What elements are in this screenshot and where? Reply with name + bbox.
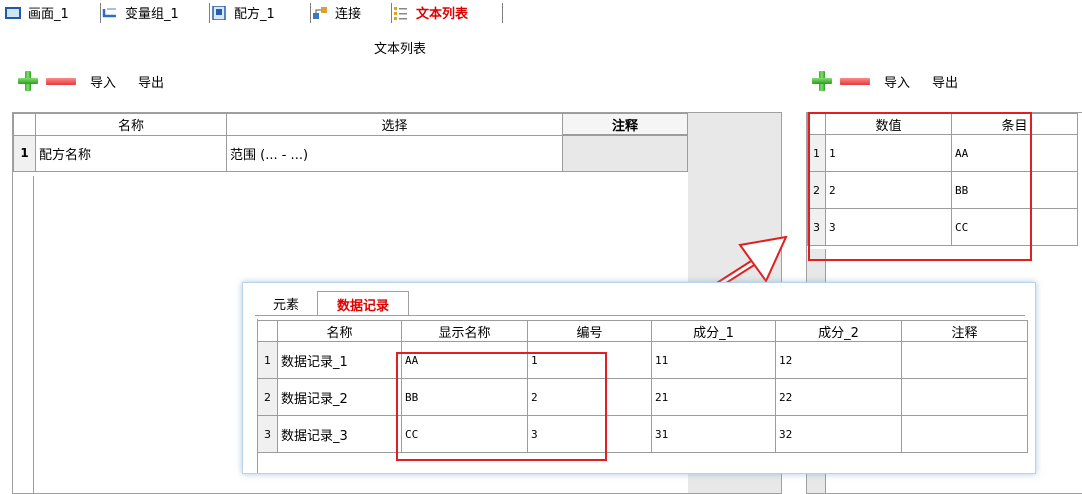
column-component-2[interactable]: 成分_2 [775,320,902,342]
tab-text-list[interactable]: 文本列表 [388,0,503,25]
name-cell[interactable]: 数据记录_2 [277,378,402,416]
comment-cell[interactable] [901,378,1028,416]
component-2-cell[interactable]: 12 [775,341,902,379]
table-header: 名称 选择 注释 [13,113,688,136]
connection-icon [312,6,328,20]
component-2-cell[interactable]: 22 [775,378,902,416]
editor-tab-bar: 画面_1 变量组_1 配方_1 连接 文本列表 [0,0,1082,26]
component-1-cell[interactable]: 21 [651,378,776,416]
data-record-panel: 元素 数据记录 名称 显示名称 编号 成分_1 成分_2 注释 1 数据记录_1… [242,282,1036,474]
name-cell[interactable]: 数据记录_3 [277,415,402,453]
add-entry-icon[interactable] [812,71,832,91]
remove-icon[interactable] [46,77,76,85]
recipe-icon [211,4,227,21]
tab-elements[interactable]: 元素 [257,291,315,315]
export-button[interactable]: 导出 [138,72,164,91]
import-entries-button[interactable]: 导入 [884,72,910,91]
right-toolbar: 导入 导出 [812,68,980,94]
component-2-cell[interactable]: 32 [775,415,902,453]
column-component-1[interactable]: 成分_1 [651,320,776,342]
component-1-cell[interactable]: 11 [651,341,776,379]
screen-icon [5,6,21,20]
column-name[interactable]: 名称 [277,320,402,342]
text-list-icon [393,6,409,20]
add-icon[interactable] [18,71,38,91]
comment-cell[interactable] [901,341,1028,379]
table-row[interactable]: 2 数据记录_2 BB 2 21 22 [257,378,1028,416]
table-row[interactable]: 1 数据记录_1 AA 1 11 12 [257,341,1028,379]
tab-variable-group-1[interactable]: 变量组_1 [97,0,210,25]
column-number[interactable]: 编号 [527,320,652,342]
entries-highlight [808,112,1032,261]
export-entries-button[interactable]: 导出 [932,72,958,91]
name-cell[interactable]: 配方名称 [35,134,227,172]
column-comment[interactable]: 注释 [562,113,688,136]
table-row[interactable]: 3 数据记录_3 CC 3 31 32 [257,415,1028,453]
column-name[interactable]: 名称 [35,113,227,136]
table-row[interactable]: 1 配方名称 范围 (... - ...) [13,134,688,172]
tab-data-records[interactable]: 数据记录 [317,291,409,316]
comment-cell[interactable] [562,134,688,172]
column-display-name[interactable]: 显示名称 [401,320,528,342]
column-comment[interactable]: 注释 [901,320,1028,342]
component-1-cell[interactable]: 31 [651,415,776,453]
tab-connection[interactable]: 连接 [307,0,392,25]
tab-screen-1[interactable]: 画面_1 [0,0,101,25]
comment-cell[interactable] [901,415,1028,453]
name-cell[interactable]: 数据记录_1 [277,341,402,379]
text-list-table: 名称 选择 注释 1 配方名称 范围 (... - ...) [13,113,688,172]
page-title: 文本列表 [373,42,426,57]
data-records-table: 名称 显示名称 编号 成分_1 成分_2 注释 1 数据记录_1 AA 1 11… [257,320,1028,453]
select-cell[interactable]: 范围 (... - ...) [226,134,563,172]
import-button[interactable]: 导入 [90,72,116,91]
table-header: 名称 显示名称 编号 成分_1 成分_2 注释 [257,320,1028,342]
left-toolbar: 导入 导出 [18,68,186,94]
variable-group-icon [102,6,118,20]
remove-entry-icon[interactable] [840,77,870,85]
tab-recipe-1[interactable]: 配方_1 [206,0,311,25]
records-highlight [396,352,607,461]
column-select[interactable]: 选择 [226,113,563,136]
